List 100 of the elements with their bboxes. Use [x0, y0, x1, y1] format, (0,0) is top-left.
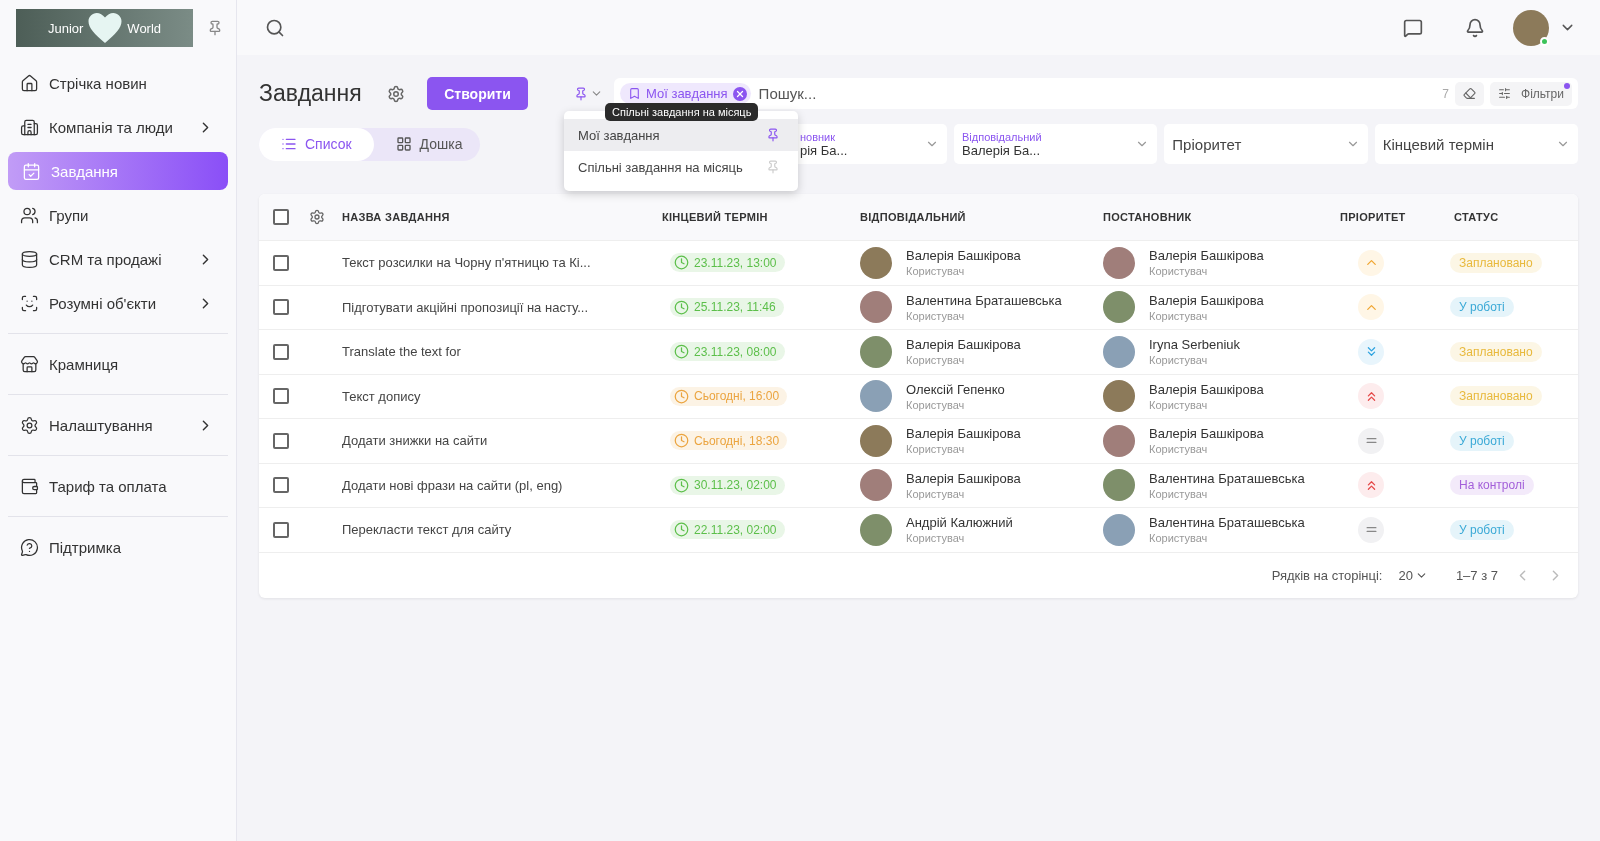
tooltip: Спільні завдання на місяць [605, 103, 759, 121]
search-field[interactable]: Мої завдання Пошук... 7 Фільтри [614, 78, 1578, 109]
column-header[interactable]: ПРІОРИТЕТ [1320, 211, 1434, 223]
person-name: Валерія Башкірова [1149, 381, 1264, 397]
checkbox[interactable] [273, 343, 289, 360]
column-header[interactable]: НАЗВА ЗАВДАННЯ [342, 211, 648, 223]
checkbox[interactable] [273, 477, 289, 494]
clock-icon [674, 477, 689, 493]
person-role: Користувач [1149, 354, 1209, 367]
checkbox[interactable] [273, 388, 289, 405]
clock-icon [674, 344, 689, 360]
pin-icon[interactable] [207, 20, 223, 36]
person-role: Користувач [1149, 487, 1209, 500]
filter-select[interactable]: Відповідальний Валерія Ба... [954, 124, 1158, 164]
task-name[interactable]: Додати знижки на сайти [342, 433, 648, 449]
pin-icon [574, 86, 588, 101]
person-role: Користувач [1149, 265, 1209, 278]
avatar [1103, 246, 1135, 279]
filter-select[interactable]: Кінцевий термін [1374, 124, 1578, 164]
search-icon[interactable] [265, 17, 285, 38]
avatar [1103, 291, 1135, 324]
sidebar-item[interactable]: Стрічка новин [8, 64, 228, 102]
status-badge: Заплановано [1450, 252, 1542, 273]
bell-icon[interactable] [1465, 17, 1485, 38]
rows-per-page-select[interactable]: 20 [1398, 567, 1428, 583]
menu-item[interactable]: Спільні завдання на місяць [564, 151, 798, 183]
view-tab[interactable]: Список [259, 127, 374, 161]
task-name[interactable]: Підготувати акційні пропозиції на насту... [342, 299, 648, 315]
status-badge: У роботі [1450, 297, 1514, 318]
filters-button[interactable]: Фільтри [1490, 81, 1572, 106]
column-header[interactable]: СТАТУС [1434, 211, 1578, 223]
task-name[interactable]: Текст розсилки на Чорну п'ятницю та Кі... [342, 255, 648, 271]
avatar [860, 291, 892, 324]
person-role: Користувач [906, 398, 966, 411]
filter-label: новник [800, 130, 837, 143]
sidebar-item[interactable]: Крамниця [8, 345, 228, 383]
person-role: Користувач [1149, 443, 1209, 456]
notification-dot [1564, 82, 1570, 89]
task-name[interactable]: Додати нові фрази на сайти (pl, eng) [342, 477, 648, 493]
checkbox[interactable] [273, 254, 289, 271]
column-header[interactable]: КІНЦЕВИЙ ТЕРМІН [648, 211, 833, 223]
chat-icon[interactable] [1403, 17, 1423, 38]
clock-icon [674, 388, 689, 404]
person-name: Валерія Башкірова [906, 470, 1021, 486]
settings-icon[interactable] [387, 84, 405, 103]
sidebar-item[interactable]: Компанія та люди [8, 108, 228, 146]
task-name[interactable]: Текст допису [342, 388, 648, 404]
checkbox[interactable] [273, 209, 289, 225]
person-name: Валерія Башкірова [906, 337, 1021, 353]
home-icon [20, 73, 39, 93]
online-dot [1540, 36, 1549, 46]
filter-label: Відповідальний [962, 130, 1043, 143]
due-date: 22.11.23, 02:00 [670, 520, 785, 540]
column-header[interactable]: ВІДПОВІДАЛЬНИЙ [833, 211, 1076, 223]
avatar [860, 424, 892, 457]
due-date: 25.11.23, 11:46 [670, 297, 784, 317]
sidebar-item[interactable]: Розумні об'єкти [8, 284, 228, 322]
clear-button[interactable] [1455, 81, 1484, 106]
avatar [1103, 424, 1135, 457]
menu-item[interactable]: Мої завдання [564, 119, 798, 151]
sidebar-item[interactable]: Налаштування [8, 406, 228, 444]
page-title: Завдання [259, 80, 363, 107]
result-count: 7 [1442, 86, 1449, 101]
avatar [860, 335, 892, 368]
calendar-icon [22, 161, 41, 181]
sidebar-item[interactable]: Групи [8, 196, 228, 234]
filter-select[interactable]: Пріоритет [1164, 124, 1368, 164]
scan-icon [20, 293, 39, 313]
wallet-icon [20, 476, 39, 496]
checkbox[interactable] [273, 299, 289, 316]
task-name[interactable]: Translate the text for [342, 344, 648, 360]
building-icon [20, 117, 39, 137]
users-icon [20, 205, 39, 225]
create-button[interactable]: Створити [427, 77, 528, 110]
due-date: 30.11.23, 02:00 [670, 475, 785, 495]
filter-value: Валерія Ба... [962, 142, 1042, 158]
list-icon [281, 136, 297, 152]
task-name[interactable]: Перекласти текст для сайту [342, 522, 648, 538]
clock-icon [674, 433, 689, 449]
due-date: 23.11.23, 13:00 [670, 253, 785, 273]
column-header[interactable]: ПОСТАНОВНИК [1076, 211, 1320, 223]
settings-icon[interactable] [309, 209, 325, 225]
sidebar-item[interactable]: Тариф та оплата [8, 467, 228, 505]
user-avatar[interactable] [1513, 9, 1549, 46]
avatar [1103, 335, 1135, 368]
person-name: Валерія Башкірова [906, 426, 1021, 442]
sidebar-item[interactable]: Підтримка [8, 528, 228, 566]
status-badge: У роботі [1450, 430, 1514, 451]
page-range: 1–7 з 7 [1455, 567, 1498, 583]
view-tab[interactable]: Дошка [373, 127, 485, 161]
person-name: Валерія Башкірова [1149, 292, 1264, 308]
heart-logo-icon [87, 11, 124, 45]
pin-icon[interactable] [766, 128, 780, 142]
person-role: Користувач [906, 532, 966, 545]
sidebar-item[interactable]: CRM та продажі [8, 240, 228, 278]
checkbox[interactable] [273, 521, 289, 538]
stack-icon [20, 249, 39, 269]
filter-chip[interactable]: Мої завдання [620, 83, 751, 104]
checkbox[interactable] [273, 432, 289, 449]
person-name: Валерія Башкірова [906, 248, 1021, 264]
